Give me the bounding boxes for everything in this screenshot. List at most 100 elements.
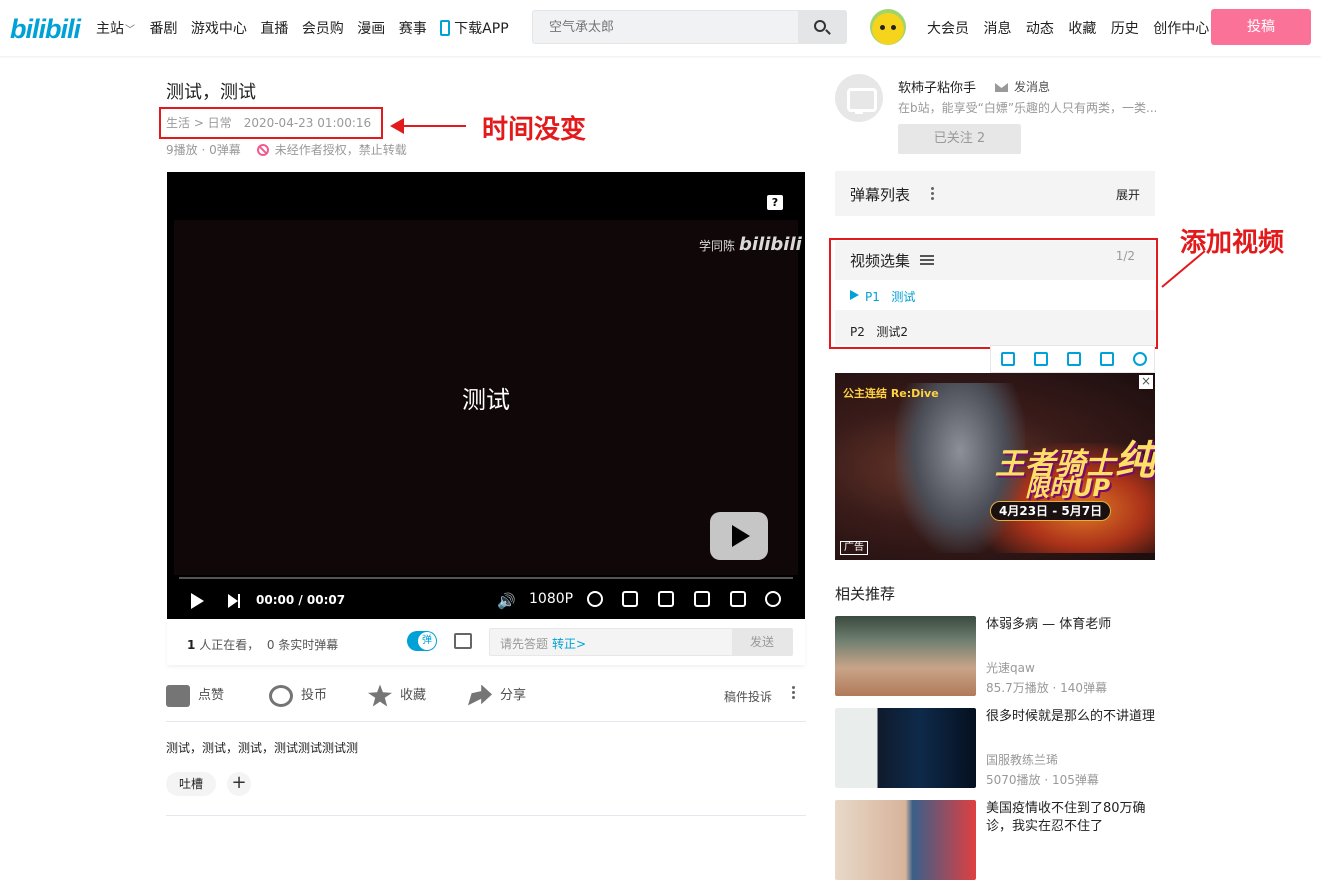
add-tag-button[interactable]: + [227, 772, 251, 796]
fullscreen-icon[interactable] [765, 591, 781, 607]
share-button[interactable]: 分享 [468, 684, 526, 707]
nav-manga[interactable]: 漫画 [357, 21, 385, 37]
star-icon [368, 684, 392, 707]
search-input[interactable] [533, 11, 799, 43]
nav-dynamics[interactable]: 动态 [1026, 21, 1054, 37]
mail-icon [995, 82, 1008, 92]
watermark-logo: bilibili [739, 234, 802, 255]
recommend-item-title[interactable]: 体弱多病 — 体育老师 [986, 616, 1156, 634]
nav-favorites[interactable]: 收藏 [1068, 21, 1096, 37]
recommend-item[interactable]: 体弱多病 — 体育老师 光速qaw 85.7万播放 · 140弹幕 [835, 616, 1155, 696]
follow-button[interactable]: 已关注 2 [898, 124, 1021, 154]
help-icon[interactable]: ? [767, 195, 783, 210]
recommend-item-title[interactable]: 美国疫情收不住到了80万确诊，我实在忍不住了 [986, 800, 1156, 836]
web-fullscreen-icon[interactable] [730, 591, 746, 607]
nav-esports[interactable]: 赛事 [399, 21, 427, 37]
watermark: 学同陈 bilibili [699, 234, 802, 255]
nav-shop[interactable]: 会员购 [302, 21, 344, 37]
close-icon[interactable]: × [1139, 375, 1153, 389]
coin-button[interactable]: 投币 [269, 684, 327, 707]
expand-icon[interactable] [1034, 352, 1048, 366]
favorite-label: 收藏 [400, 688, 427, 703]
regularize-link[interactable]: 转正> [552, 637, 586, 651]
video-thumbnail[interactable] [835, 708, 976, 788]
video-stats: 9播放 · 0弹幕 未经作者授权，禁止转载 [166, 141, 407, 158]
divider [166, 721, 806, 722]
recommend-item-title[interactable]: 很多时候就是那么的不讲道理 [986, 708, 1156, 726]
nav-game-center[interactable]: 游戏中心 [191, 21, 247, 37]
share-icon [468, 684, 492, 706]
next-icon[interactable] [228, 594, 240, 608]
upload-button[interactable]: 投稿 [1211, 9, 1311, 45]
play-icon[interactable] [191, 593, 204, 609]
progress-bar[interactable] [179, 577, 793, 579]
video-description: 测试，测试，测试，测试测试测试测 [166, 741, 359, 755]
favorite-button[interactable]: 收藏 [368, 684, 426, 707]
video-thumbnail[interactable] [835, 616, 976, 696]
annotation-arrow-date [398, 125, 466, 127]
uploader-avatar[interactable] [835, 74, 883, 122]
user-avatar[interactable] [870, 9, 906, 45]
thumbs-up-icon [166, 684, 190, 707]
tag-item[interactable]: 吐槽 [166, 772, 216, 796]
more-options-icon[interactable] [931, 187, 934, 190]
recommend-item[interactable]: 很多时候就是那么的不讲道理 国服教练兰琋 5070播放 · 105弹幕 [835, 708, 1155, 788]
nav-live[interactable]: 直播 [260, 21, 288, 37]
coin-icon [269, 684, 293, 707]
recommend-item[interactable]: 美国疫情收不住到了80万确诊，我实在忍不住了 [835, 800, 1155, 880]
share-out-icon[interactable] [1100, 352, 1114, 366]
send-button[interactable]: 发送 [732, 629, 792, 655]
more-options-icon[interactable] [792, 686, 795, 689]
nav-creator-center[interactable]: 创作中心 [1153, 21, 1209, 37]
recommend-item-stats: 85.7万播放 · 140弹幕 [986, 681, 1108, 695]
danmaku-bar: 1 人正在看， 0 条实时弹幕 请先答题转正> 发送 [167, 619, 805, 665]
settings-icon[interactable] [1133, 352, 1147, 366]
pip-icon[interactable] [658, 591, 674, 607]
video-thumbnail[interactable] [835, 800, 976, 880]
loop-icon[interactable] [622, 591, 638, 607]
search-box [532, 10, 847, 44]
danmaku-toggle[interactable] [407, 631, 437, 651]
nav-history[interactable]: 历史 [1111, 21, 1139, 37]
ad-title-accent: 纯 [1115, 438, 1155, 484]
quality-selector[interactable]: 1080P [529, 591, 573, 607]
nav-anime[interactable]: 番剧 [149, 21, 177, 37]
recommend-item-uploader[interactable]: 光速qaw [986, 659, 1035, 676]
bilibili-logo[interactable]: bilibili [10, 14, 81, 45]
video-title: 测试，测试 [166, 82, 256, 103]
copyright-notice: 未经作者授权，禁止转载 [274, 143, 407, 157]
widescreen-icon[interactable] [694, 591, 710, 607]
ad-subtitle: 限时UP [1025, 474, 1111, 502]
coin-label: 投币 [301, 688, 328, 703]
annotation-time-unchanged: 时间没变 [482, 115, 587, 145]
ad-banner[interactable]: 公主连结 Re:Dive 王者骑士纯 限时UP 4月23日 - 5月7日 × 广… [835, 373, 1155, 560]
danmaku-input[interactable]: 请先答题 转正> 发送 [489, 628, 793, 656]
ad-game-logo: 公主连结 Re:Dive [843, 387, 939, 400]
like-button[interactable]: 点赞 [166, 684, 224, 707]
tv-play-icon[interactable] [710, 512, 768, 560]
ad-date: 4月23日 - 5月7日 [990, 501, 1112, 521]
send-message-label: 发消息 [1014, 80, 1051, 94]
nav-download-app[interactable]: 下载APP [440, 20, 517, 37]
volume-icon[interactable]: 🔊 [497, 592, 516, 610]
nav-vip[interactable]: 大会员 [927, 21, 969, 37]
annotation-box-episodes [829, 238, 1158, 349]
send-message-button[interactable]: 发消息 [995, 78, 1050, 95]
answer-first-text: 请先答题 [500, 637, 549, 651]
download-app-label: 下载APP [454, 21, 509, 37]
play-danmaku-count: 9播放 · 0弹幕 [166, 143, 241, 157]
mobile-icon[interactable] [1001, 352, 1015, 366]
danmaku-settings-icon[interactable] [454, 633, 472, 649]
like-label: 点赞 [198, 688, 225, 703]
expand-button[interactable]: 展开 [1116, 186, 1140, 203]
save-icon[interactable] [1067, 352, 1081, 366]
uploader-name[interactable]: 软柿子粘你手 [898, 77, 976, 96]
nav-messages[interactable]: 消息 [983, 21, 1011, 37]
video-player[interactable]: ? 学同陈 bilibili 测试 00:00 / 00:07 🔊 1080P [167, 172, 805, 619]
recommend-item-uploader[interactable]: 国服教练兰琋 [986, 751, 1058, 768]
settings-icon[interactable] [587, 591, 603, 607]
danmaku-list-panel[interactable]: 弹幕列表 展开 [835, 171, 1155, 216]
nav-main-site[interactable]: 主站 [96, 21, 124, 37]
search-button[interactable] [798, 11, 846, 43]
report-link[interactable]: 稿件投诉 [724, 688, 772, 705]
